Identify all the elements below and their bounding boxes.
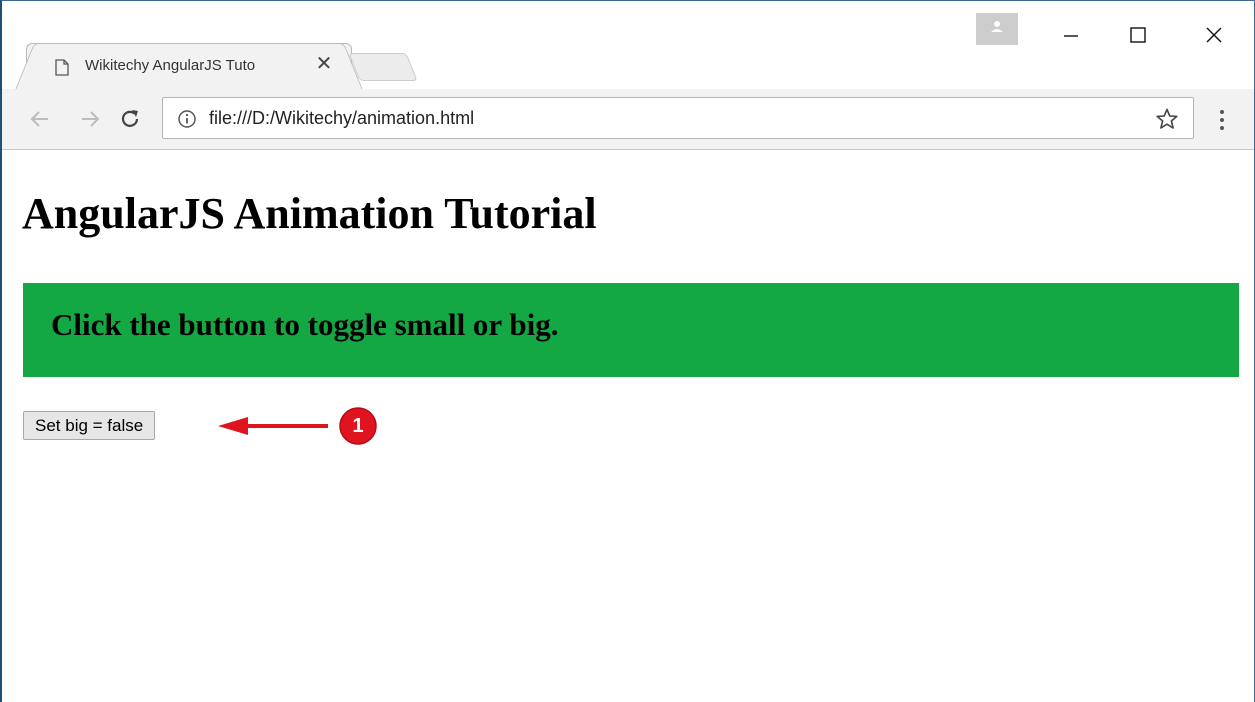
profile-icon[interactable]	[976, 13, 1018, 45]
page-icon	[55, 59, 69, 76]
browser-toolbar: file:///D:/Wikitechy/animation.html	[2, 89, 1254, 150]
address-bar[interactable]: file:///D:/Wikitechy/animation.html	[162, 97, 1194, 139]
maximize-icon[interactable]	[1118, 15, 1158, 51]
browser-window: Wikitechy AngularJS Tuto ✕ file:///D:/Wi…	[0, 0, 1255, 702]
toggle-banner: Click the button to toggle small or big.	[23, 283, 1239, 377]
url-text[interactable]: file:///D:/Wikitechy/animation.html	[209, 108, 474, 129]
active-tab[interactable]: Wikitechy AngularJS Tuto ✕	[26, 43, 352, 89]
tab-title: Wikitechy AngularJS Tuto	[85, 57, 256, 74]
page-content: AngularJS Animation Tutorial Click the b…	[2, 150, 1254, 702]
annotation-arrow-icon	[218, 417, 328, 435]
info-icon[interactable]	[177, 109, 197, 129]
forward-arrow-icon[interactable]	[78, 107, 102, 131]
tab-close-icon[interactable]: ✕	[313, 53, 335, 75]
page-title: AngularJS Animation Tutorial	[22, 189, 597, 238]
reload-icon[interactable]	[118, 107, 142, 131]
annotation-badge: 1	[338, 406, 378, 446]
close-icon[interactable]	[1194, 15, 1234, 51]
banner-text: Click the button to toggle small or big.	[51, 307, 559, 342]
tab-strip: Wikitechy AngularJS Tuto ✕	[2, 1, 1254, 89]
new-tab-button[interactable]	[348, 53, 418, 81]
back-arrow-icon[interactable]	[28, 107, 52, 131]
badge-number: 1	[352, 415, 364, 437]
tab-content: Wikitechy AngularJS Tuto ✕	[37, 44, 341, 90]
star-icon[interactable]	[1155, 107, 1179, 131]
kebab-menu-icon[interactable]	[1212, 107, 1232, 133]
minimize-icon[interactable]	[1050, 15, 1090, 51]
set-big-button[interactable]: Set big = false	[23, 411, 156, 440]
